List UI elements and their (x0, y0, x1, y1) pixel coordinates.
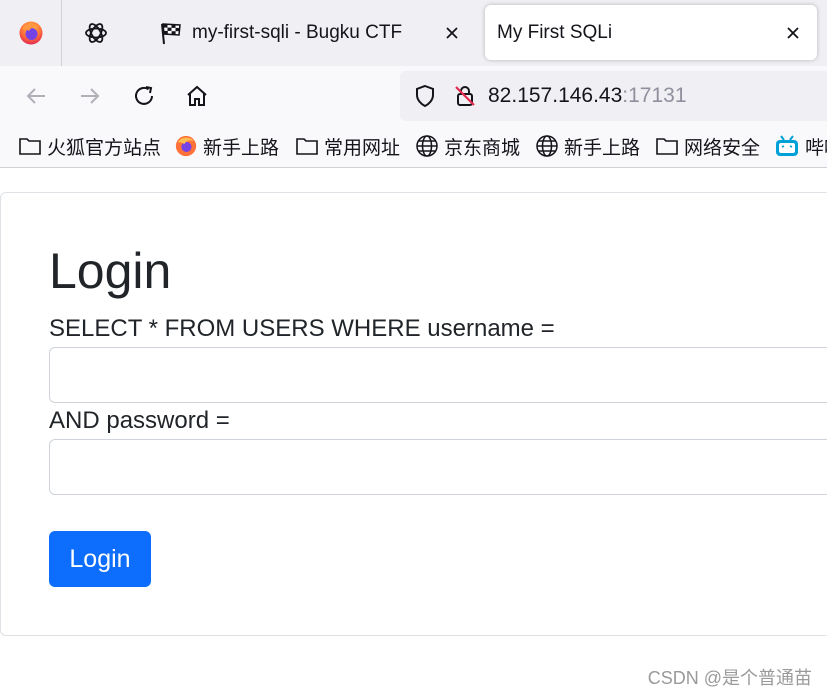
folder-icon (296, 138, 318, 155)
tab-title: My First SQLi (497, 21, 613, 43)
login-button[interactable]: Login (49, 531, 151, 587)
checkered-flag-icon (161, 22, 181, 44)
firefox-icon (175, 135, 197, 157)
bilibili-icon (776, 135, 798, 156)
bookmark-label: 哔哩 (805, 137, 827, 159)
folder-icon (656, 138, 678, 155)
close-tab-icon[interactable] (440, 21, 464, 45)
bookmark-label: 京东商城 (444, 137, 521, 159)
navigation-toolbar: 82.157.146.43:17131 (0, 66, 827, 126)
bookmark-item[interactable]: 新手上路 (535, 133, 640, 159)
back-button[interactable] (20, 80, 52, 112)
tab-bugku[interactable]: my-first-sqli - Bugku CTF (146, 5, 476, 60)
watermark: CSDN @是个普通苗 (647, 668, 812, 688)
bookmark-label: 新手上路 (203, 137, 280, 159)
bookmark-item[interactable]: 京东商城 (415, 133, 520, 159)
firefox-icon (19, 21, 42, 45)
tab-title: my-first-sqli - Bugku CTF (192, 21, 403, 43)
arrow-left-icon (26, 88, 45, 104)
bookmark-item[interactable]: 网络安全 (655, 133, 760, 159)
chatgpt-pinned-tab[interactable] (64, 0, 128, 66)
folder-icon (19, 138, 41, 155)
url-host: 82.157.146.43 (488, 84, 623, 107)
url-text[interactable]: 82.157.146.43:17131 (488, 84, 687, 108)
firefox-view-button[interactable] (0, 0, 62, 66)
reload-button[interactable] (128, 80, 160, 112)
bookmark-item[interactable]: 火狐官方站点 (18, 133, 161, 159)
home-icon (187, 85, 207, 106)
username-label: SELECT * FROM USERS WHERE username = (49, 315, 555, 342)
insecure-lock-icon[interactable] (452, 83, 478, 109)
globe-icon (536, 135, 558, 157)
close-tab-icon[interactable] (781, 21, 805, 45)
shield-icon (416, 84, 434, 108)
bookmark-label: 火狐官方站点 (47, 137, 162, 159)
bookmark-label: 网络安全 (684, 137, 761, 159)
bookmark-label: 常用网址 (324, 137, 401, 159)
bookmarks-toolbar: 火狐官方站点 新手上路 常用网址 京东商城 新手上路 网络安全 哔 (0, 126, 827, 168)
tab-my-first-sqli[interactable]: My First SQLi (485, 5, 817, 60)
url-port: :17131 (622, 84, 687, 107)
bookmark-item[interactable]: 常用网址 (295, 133, 400, 159)
bookmark-label: 新手上路 (564, 137, 641, 159)
address-bar[interactable]: 82.157.146.43:17131 (400, 71, 827, 121)
username-field[interactable] (49, 347, 827, 403)
openai-icon (85, 23, 107, 43)
reload-icon (135, 86, 153, 105)
forward-button[interactable] (74, 80, 106, 112)
arrow-right-icon (81, 88, 100, 104)
password-field[interactable] (49, 439, 827, 495)
tab-strip: my-first-sqli - Bugku CTF My First SQLi (0, 0, 827, 66)
bookmark-item[interactable]: 哔哩 (774, 133, 827, 159)
home-button[interactable] (181, 80, 213, 112)
page-title: Login (49, 243, 172, 299)
bookmark-item[interactable]: 新手上路 (174, 133, 279, 159)
globe-icon (416, 135, 438, 157)
password-label: AND password = (49, 407, 230, 434)
